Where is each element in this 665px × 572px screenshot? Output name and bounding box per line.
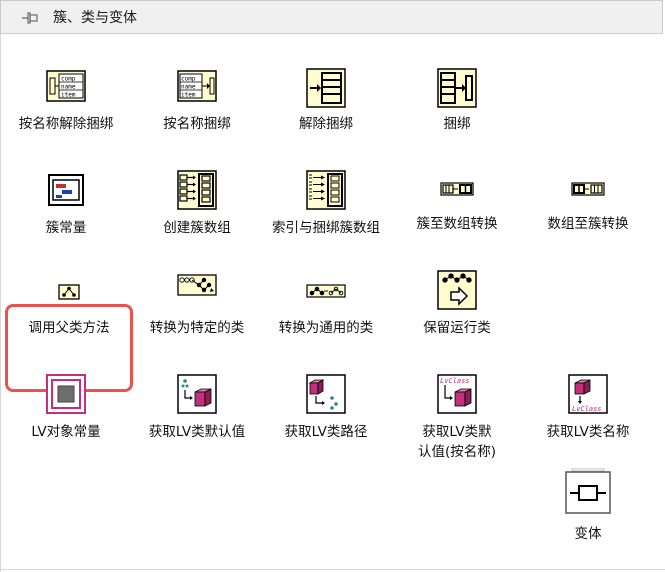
- palette-item-bundle[interactable]: 捆绑: [397, 68, 517, 140]
- get-lv-class-path-icon: [306, 374, 346, 414]
- item-label: 调用父类方法: [28, 320, 110, 336]
- item-label: 转换为通用的类: [278, 320, 374, 336]
- palette-item-array-to-cluster[interactable]: 数组至簇转换: [528, 182, 648, 244]
- call-parent-method-icon: [58, 284, 80, 300]
- unbundle-icon: [306, 68, 346, 108]
- bundle-icon: [437, 68, 477, 108]
- get-lv-class-default-value-icon: [177, 374, 217, 414]
- item-label: 创建簇数组: [163, 220, 231, 236]
- unbundle-by-name-icon: comp name item: [46, 70, 86, 102]
- cluster-to-array-icon: [440, 182, 474, 196]
- get-lv-class-default-value-by-name-icon: LvClass: [437, 374, 477, 414]
- palette-item-lv-object-constant[interactable]: LV对象常量: [6, 374, 126, 448]
- item-label: 数组至簇转换: [547, 216, 629, 232]
- palette-item-cluster-constant[interactable]: 簇常量: [6, 174, 126, 244]
- item-label: 捆绑: [443, 116, 471, 132]
- palette-item-bundle-by-name[interactable]: comp name item 按名称捆绑: [137, 70, 257, 140]
- item-label: 索引与捆绑簇数组: [272, 220, 380, 236]
- palette-item-to-more-specific-class[interactable]: 转换为特定的类: [137, 274, 257, 348]
- palette-item-call-parent-method[interactable]: 调用父类方法: [9, 284, 129, 348]
- item-label: 获取LV类路径: [284, 424, 368, 440]
- icon-text-lvclass: LvClass: [572, 405, 602, 413]
- get-lv-class-name-icon: LvClass: [568, 374, 608, 414]
- icon-text-comp: comp: [61, 76, 76, 83]
- lv-object-constant-icon: [46, 374, 86, 414]
- array-to-cluster-icon: [571, 182, 605, 196]
- variant-icon: [565, 468, 611, 514]
- item-label: 簇常量: [45, 220, 87, 236]
- icon-text-name: name: [61, 84, 76, 91]
- icon-text-name: name: [181, 84, 196, 91]
- bundle-by-name-icon: comp name item: [177, 70, 217, 102]
- item-label: 簇至数组转换: [416, 216, 498, 232]
- palette-item-build-cluster-array[interactable]: 创建簇数组: [137, 170, 257, 244]
- palette-item-unbundle[interactable]: 解除捆绑: [266, 68, 386, 140]
- palette-item-preserve-runtime-class[interactable]: 保留运行类: [397, 270, 517, 348]
- palette-item-cluster-to-array[interactable]: 簇至数组转换: [397, 182, 517, 244]
- item-label: 按名称捆绑: [163, 116, 231, 132]
- item-label: 变体: [574, 526, 602, 542]
- palette-title: 簇、类与变体: [53, 10, 137, 26]
- to-more-specific-class-icon: [177, 274, 217, 296]
- item-label: LV对象常量: [31, 424, 101, 440]
- build-cluster-array-icon: [177, 170, 217, 210]
- item-label: 解除捆绑: [299, 116, 353, 132]
- icon-text-comp: comp: [181, 76, 196, 83]
- pin-icon[interactable]: [21, 10, 39, 26]
- palette-bottom-border: [0, 569, 665, 570]
- index-bundle-cluster-array-icon: [306, 170, 346, 210]
- cluster-constant-icon: [48, 174, 84, 206]
- palette-item-to-more-generic-class[interactable]: 转换为通用的类: [266, 284, 386, 348]
- palette-item-variant[interactable]: 变体: [528, 468, 648, 548]
- palette-item-get-lv-class-name[interactable]: LvClass 获取LV类名称: [528, 374, 648, 448]
- palette-item-get-lv-class-default-value-by-name[interactable]: LvClass 获取LV类默认值(按名称): [397, 374, 517, 470]
- preserve-runtime-class-icon: [437, 270, 477, 310]
- item-label: 获取LV类默认值(按名称): [417, 424, 497, 460]
- palette-titlebar: 簇、类与变体: [0, 0, 663, 34]
- palette-item-get-lv-class-path[interactable]: 获取LV类路径: [266, 374, 386, 448]
- icon-text-item: item: [181, 92, 196, 99]
- icon-text-item: item: [61, 92, 76, 99]
- palette-item-index-bundle-cluster-array[interactable]: 索引与捆绑簇数组: [266, 170, 386, 266]
- palette-item-get-lv-class-default-value[interactable]: 获取LV类默认值: [137, 374, 257, 448]
- item-label: 转换为特定的类: [149, 320, 245, 336]
- item-label: 按名称解除捆绑: [18, 116, 114, 132]
- icon-text-lvclass: LvClass: [440, 377, 470, 385]
- palette-body: comp name item 按名称解除捆绑 comp name item 按名…: [0, 34, 665, 572]
- item-label: 保留运行类: [423, 320, 491, 336]
- item-label: 获取LV类名称: [546, 424, 630, 440]
- palette-item-unbundle-by-name[interactable]: comp name item 按名称解除捆绑: [6, 70, 126, 140]
- to-more-generic-class-icon: [306, 284, 346, 298]
- item-label: 获取LV类默认值: [148, 424, 246, 440]
